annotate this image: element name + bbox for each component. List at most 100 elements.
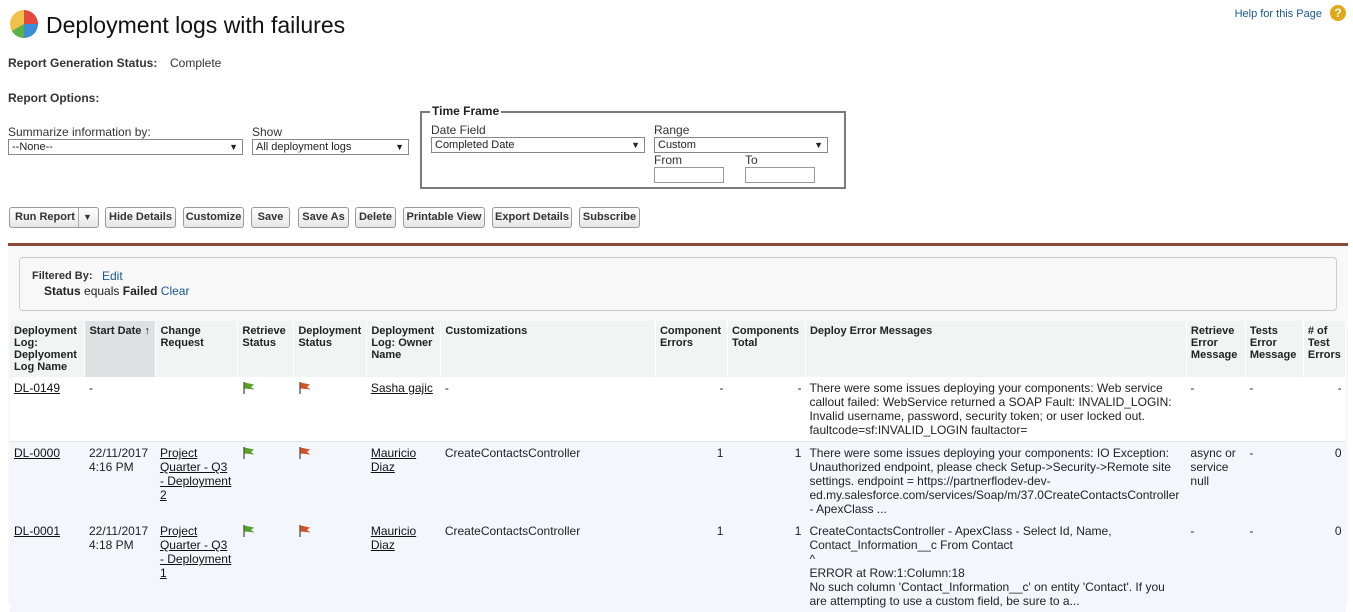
deploy-error-cell: There were some issues deploying your co… xyxy=(805,377,1187,442)
col-header-change-request[interactable]: Change Request xyxy=(155,321,239,377)
status-value: Complete xyxy=(170,56,222,70)
date-field-label: Date Field xyxy=(431,123,486,137)
col-header-deployment-status[interactable]: Deployment Status xyxy=(293,321,368,377)
components-total-cell: 1 xyxy=(727,441,806,520)
date-field-value: Completed Date xyxy=(435,139,515,151)
col-header-retrieve-error[interactable]: Retrieve Error Message xyxy=(1186,321,1246,377)
col-header-owner[interactable]: Deployment Log: Owner Name xyxy=(366,321,442,377)
green-flag-icon xyxy=(243,447,255,459)
chevron-down-icon: ▼ xyxy=(814,140,823,150)
printable-view-button[interactable]: Printable View xyxy=(403,207,485,228)
green-flag-icon xyxy=(243,525,255,537)
chevron-down-icon: ▼ xyxy=(631,140,640,150)
customizations-cell: - xyxy=(440,377,656,442)
help-link[interactable]: Help for this Page xyxy=(1235,8,1322,20)
customizations-cell: CreateContactsController xyxy=(440,441,656,520)
col-header-deploy-error[interactable]: Deploy Error Messages xyxy=(805,321,1187,377)
summarize-label: Summarize information by: xyxy=(8,125,151,139)
components-total-cell: - xyxy=(727,377,806,442)
range-select[interactable]: Custom ▼ xyxy=(654,137,828,153)
chevron-down-icon: ▼ xyxy=(229,142,238,152)
change-request-link[interactable]: Project Quarter - Q3 - Deployment 2 xyxy=(160,446,231,502)
test-errors-cell: 0 xyxy=(1303,520,1346,612)
filter-box xyxy=(19,257,1337,311)
filter-clear-link[interactable]: Clear xyxy=(161,284,190,298)
green-flag-icon xyxy=(243,382,255,394)
col-header-customizations[interactable]: Customizations xyxy=(440,321,656,377)
tests-error-cell: - xyxy=(1245,377,1304,442)
change-request-link[interactable]: Project Quarter - Q3 - Deployment 1 xyxy=(160,524,231,580)
red-flag-icon xyxy=(299,382,311,394)
filter-condition: Status equals Failed Clear xyxy=(44,284,189,298)
question-icon[interactable]: ? xyxy=(1330,5,1346,21)
export-details-button[interactable]: Export Details xyxy=(492,207,572,228)
chevron-down-icon: ▼ xyxy=(395,142,404,152)
status-label: Report Generation Status: xyxy=(8,56,158,70)
filter-value: Failed xyxy=(122,284,158,298)
log-name-link[interactable]: DL-0001 xyxy=(14,524,60,538)
from-label: From xyxy=(654,153,682,167)
chevron-down-icon[interactable]: ▼ xyxy=(83,208,92,227)
test-errors-cell: 0 xyxy=(1303,441,1346,520)
tests-error-cell: - xyxy=(1245,520,1304,612)
save-button[interactable]: Save xyxy=(251,207,290,228)
report-logo-icon xyxy=(10,10,38,38)
log-name-link[interactable]: DL-0000 xyxy=(14,446,60,460)
change-request-cell xyxy=(155,377,238,442)
range-label: Range xyxy=(654,123,690,137)
table-row: DL-0000 22/11/2017 4:16 PM Project Quart… xyxy=(10,441,1346,520)
component-errors-cell: 1 xyxy=(655,441,728,520)
show-label: Show xyxy=(252,125,283,139)
component-errors-cell: 1 xyxy=(655,520,728,612)
col-header-component-errors[interactable]: Component Errors xyxy=(655,321,728,377)
owner-link[interactable]: Sasha gajic xyxy=(371,381,433,395)
test-errors-cell: - xyxy=(1303,377,1346,442)
show-select-value: All deployment logs xyxy=(256,141,352,153)
from-date-input[interactable] xyxy=(654,167,724,183)
table-row: DL-0001 22/11/2017 4:18 PM Project Quart… xyxy=(10,520,1346,612)
table-row: DL-0149 - Sasha gajic - - - There were s… xyxy=(10,377,1346,442)
table-header-row: Deployment Log: Deplyoment Log Name Star… xyxy=(10,321,1347,377)
delete-button[interactable]: Delete xyxy=(355,207,396,228)
start-date-cell: - xyxy=(84,377,156,442)
to-date-input[interactable] xyxy=(745,167,815,183)
red-flag-icon xyxy=(299,447,311,459)
subscribe-button[interactable]: Subscribe xyxy=(579,207,640,228)
col-header-log-name[interactable]: Deployment Log: Deplyoment Log Name xyxy=(10,321,86,377)
col-header-components-total[interactable]: Components Total xyxy=(727,321,806,377)
summarize-select[interactable]: --None-- ▼ xyxy=(8,139,243,155)
report-table: Deployment Log: Deplyoment Log Name Star… xyxy=(10,321,1347,612)
timeframe-legend: Time Frame xyxy=(430,104,502,118)
start-date-cell: 22/11/2017 4:16 PM xyxy=(84,441,156,520)
component-errors-cell: - xyxy=(655,377,728,442)
summarize-select-value: --None-- xyxy=(12,141,53,153)
save-as-button[interactable]: Save As xyxy=(298,207,349,228)
page-title: Deployment logs with failures xyxy=(46,12,346,38)
button-divider xyxy=(78,208,79,227)
col-header-start-date[interactable]: Start Date ↑ xyxy=(84,321,157,377)
filter-label: Filtered By: xyxy=(32,270,93,282)
customize-button[interactable]: Customize xyxy=(183,207,244,228)
date-field-select[interactable]: Completed Date ▼ xyxy=(431,137,645,153)
red-flag-icon xyxy=(299,525,311,537)
owner-link[interactable]: Mauricio Diaz xyxy=(371,446,416,474)
show-select[interactable]: All deployment logs ▼ xyxy=(252,139,409,155)
deploy-error-cell: There were some issues deploying your co… xyxy=(805,441,1187,520)
owner-link[interactable]: Mauricio Diaz xyxy=(371,524,416,552)
hide-details-button[interactable]: Hide Details xyxy=(105,207,176,228)
filter-operator: equals xyxy=(84,284,120,298)
run-report-button[interactable]: Run Report ▼ xyxy=(9,207,99,228)
report-options-label: Report Options: xyxy=(8,91,100,105)
col-header-test-errors[interactable]: # of Test Errors xyxy=(1303,321,1347,377)
log-name-link[interactable]: DL-0149 xyxy=(14,381,60,395)
col-header-tests-error[interactable]: Tests Error Message xyxy=(1245,321,1304,377)
run-report-label: Run Report xyxy=(15,211,75,223)
filter-edit-link[interactable]: Edit xyxy=(102,269,123,283)
col-header-retrieve-status[interactable]: Retrieve Status xyxy=(237,321,295,377)
tests-error-cell: - xyxy=(1245,441,1304,520)
retrieve-error-cell: - xyxy=(1186,377,1246,442)
customizations-cell: CreateContactsController xyxy=(440,520,656,612)
to-label: To xyxy=(745,153,758,167)
start-date-cell: 22/11/2017 4:18 PM xyxy=(84,520,156,612)
retrieve-error-cell: async or service null xyxy=(1186,441,1246,520)
